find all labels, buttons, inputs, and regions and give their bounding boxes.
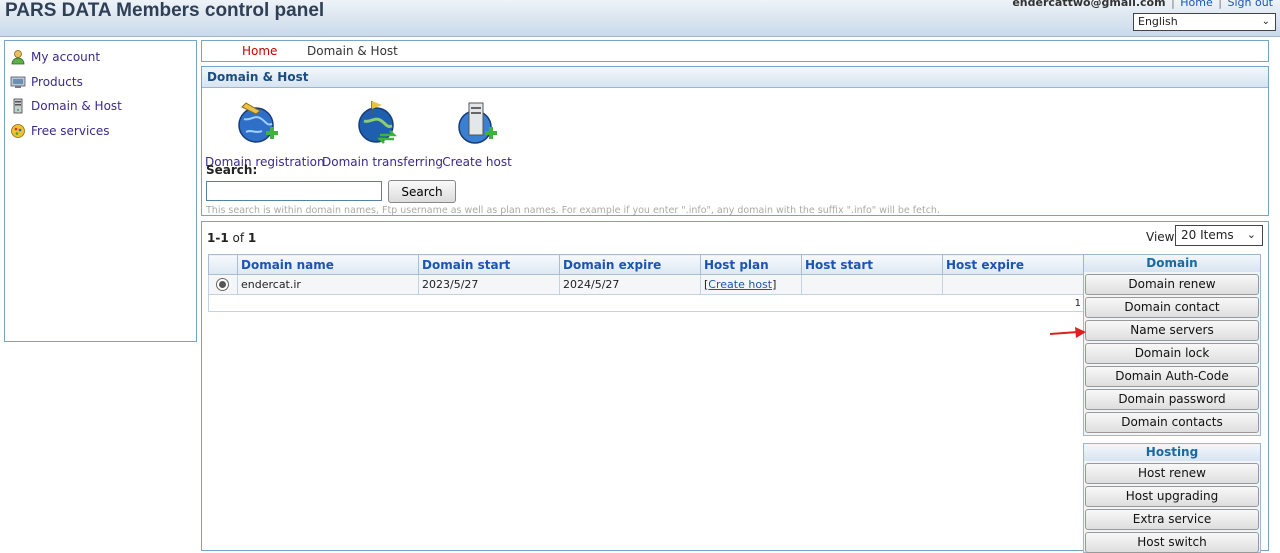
column-header[interactable]: Host plan <box>700 254 802 275</box>
column-header[interactable]: Domain name <box>237 254 419 275</box>
domain-actions-panel: Domain Domain renew Domain contact Name … <box>1083 254 1261 436</box>
column-header[interactable]: Domain start <box>418 254 560 275</box>
domain-registration-action[interactable]: Domain registration <box>205 99 325 169</box>
chevron-down-icon: ⌄ <box>1246 228 1256 241</box>
search-label: Search: <box>206 163 258 177</box>
table-header-row: Domain name Domain start Domain expire H… <box>208 254 1085 275</box>
result-range: 1-1 <box>207 231 229 245</box>
chevron-down-icon: ⌄ <box>1261 16 1270 27</box>
sidebar-item-products[interactable]: Products <box>10 72 83 92</box>
products-icon <box>10 74 26 90</box>
column-header[interactable]: Host expire <box>942 254 1085 275</box>
host-renew-button[interactable]: Host renew <box>1085 463 1259 484</box>
sign-out-link[interactable]: Sign out <box>1227 0 1273 9</box>
top-bar: PARS DATA Members control panel endercat… <box>0 0 1280 37</box>
sidebar-item-label: Domain & Host <box>31 99 122 113</box>
breadcrumb-home-link[interactable]: Home <box>242 44 277 58</box>
server-add-icon <box>442 99 512 150</box>
hosting-panel-title: Hosting <box>1084 444 1260 461</box>
create-host-link[interactable]: Create host <box>708 278 772 291</box>
sidebar-item-label: Free services <box>31 124 110 138</box>
page-size-value: 20 Items <box>1181 228 1234 242</box>
column-header[interactable]: Domain expire <box>559 254 701 275</box>
host-plan-cell: [Create host] <box>700 274 802 295</box>
domain-contact-button[interactable]: Domain contact <box>1085 297 1259 318</box>
app-title: PARS DATA Members control panel <box>5 0 325 21</box>
user-icon <box>10 49 26 65</box>
gift-icon <box>10 123 26 139</box>
result-total: 1 <box>247 231 257 245</box>
hosting-actions-panel: Hosting Host renew Host upgrading Extra … <box>1083 443 1261 553</box>
globe-transfer-icon <box>322 99 434 150</box>
user-email: endercattwo@gmail.com <box>1012 0 1166 9</box>
language-value: English <box>1138 15 1178 28</box>
domain-transferring-action[interactable]: Domain transferring <box>322 99 444 169</box>
domain-auth-code-button[interactable]: Domain Auth-Code <box>1085 366 1259 387</box>
server-icon <box>10 98 26 114</box>
sidebar-item-free-services[interactable]: Free services <box>10 121 110 141</box>
search-hint: This search is within domain names, Ftp … <box>206 205 940 216</box>
domain-name-cell: endercat.ir <box>237 274 419 295</box>
domain-contacts-button[interactable]: Domain contacts <box>1085 412 1259 433</box>
language-select[interactable]: English ⌄ <box>1133 13 1276 31</box>
page-number[interactable]: 1 <box>208 294 1085 312</box>
breadcrumb-current: Domain & Host <box>307 44 398 58</box>
domain-start-cell: 2023/5/27 <box>418 274 560 295</box>
action-label: Create host <box>442 155 512 169</box>
search-button[interactable]: Search <box>388 180 456 203</box>
extra-service-button[interactable]: Extra service <box>1085 509 1259 530</box>
sidebar-item-my-account[interactable]: My account <box>10 47 100 67</box>
pagination-row: 1 <box>208 294 1085 312</box>
name-servers-button[interactable]: Name servers <box>1085 320 1259 341</box>
action-label: Domain transferring <box>322 155 444 169</box>
domain-host-panel: Domain & Host Domain registration Domain… <box>201 66 1269 216</box>
row-radio[interactable] <box>216 278 229 292</box>
result-count: 1-1 of 1 <box>207 231 256 245</box>
view-label: View <box>1146 230 1175 244</box>
sidebar-item-label: Products <box>31 75 83 89</box>
page-size-select[interactable]: 20 Items ⌄ <box>1175 225 1263 246</box>
sidebar: My account Products Domain & Host Free s… <box>4 40 197 342</box>
user-links: endercattwo@gmail.com | Home | Sign out <box>1012 0 1273 9</box>
column-header[interactable]: Host start <box>801 254 943 275</box>
domain-expire-cell: 2024/5/27 <box>559 274 701 295</box>
breadcrumb: Home Domain & Host <box>201 40 1269 62</box>
domain-lock-button[interactable]: Domain lock <box>1085 343 1259 364</box>
panel-title: Domain & Host <box>202 67 1268 88</box>
search-input[interactable] <box>206 181 382 201</box>
host-expire-cell <box>942 274 1085 295</box>
create-host-action[interactable]: Create host <box>442 99 512 169</box>
arrow-right-icon <box>1049 327 1086 338</box>
result-of: of <box>232 231 245 245</box>
sidebar-item-label: My account <box>31 50 101 64</box>
host-start-cell <box>801 274 943 295</box>
host-upgrading-button[interactable]: Host upgrading <box>1085 486 1259 507</box>
globe-add-icon <box>205 99 311 150</box>
domain-password-button[interactable]: Domain password <box>1085 389 1259 410</box>
sidebar-item-domain-host[interactable]: Domain & Host <box>10 96 122 116</box>
table-row[interactable]: endercat.ir 2023/5/27 2024/5/27 [Create … <box>208 274 1085 295</box>
domain-table: Domain name Domain start Domain expire H… <box>208 254 1085 312</box>
home-link[interactable]: Home <box>1180 0 1212 9</box>
domain-panel-title: Domain <box>1084 255 1260 272</box>
domain-renew-button[interactable]: Domain renew <box>1085 274 1259 295</box>
